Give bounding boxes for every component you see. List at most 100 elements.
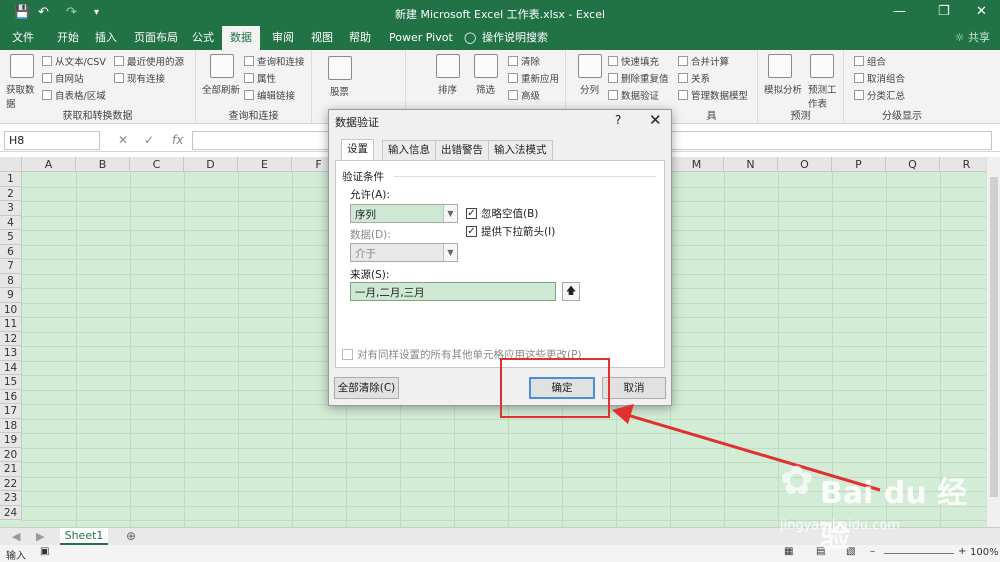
name-box[interactable]: H8	[4, 131, 100, 150]
dropdown-checkbox[interactable]: ✓	[466, 226, 477, 237]
stocks-button[interactable]: 股票	[330, 84, 349, 98]
refresh-all-button[interactable]: 全部刷新	[202, 82, 240, 96]
tab-view[interactable]: 视图	[305, 26, 339, 50]
row-header[interactable]: 21	[0, 462, 22, 477]
row-header[interactable]: 11	[0, 317, 22, 332]
ignore-blank-checkbox[interactable]: ✓	[466, 208, 477, 219]
column-header[interactable]: N	[724, 157, 778, 172]
column-header[interactable]: B	[76, 157, 130, 172]
from-table-button[interactable]: 自表格/区域	[42, 88, 106, 102]
tab-ime-mode[interactable]: 输入法模式	[488, 140, 553, 160]
clear-all-button[interactable]: 全部清除(C)	[334, 377, 399, 399]
tab-input-message[interactable]: 输入信息	[382, 140, 436, 160]
ungroup-button[interactable]: 取消组合	[854, 71, 905, 85]
edit-links-button[interactable]: 编辑链接	[244, 88, 295, 102]
tab-formulas[interactable]: 公式	[186, 26, 220, 50]
column-header[interactable]: C	[130, 157, 184, 172]
row-header[interactable]: 14	[0, 360, 22, 375]
share-button[interactable]: ☼ 共享	[955, 26, 990, 50]
row-header[interactable]: 16	[0, 389, 22, 404]
text-to-columns-button[interactable]: 分列	[580, 82, 599, 96]
row-header[interactable]: 12	[0, 331, 22, 346]
row-header[interactable]: 4	[0, 215, 22, 230]
column-header[interactable]: A	[22, 157, 76, 172]
row-header[interactable]: 7	[0, 259, 22, 274]
relationships-button[interactable]: 关系	[678, 71, 710, 85]
help-icon[interactable]: ?	[615, 113, 621, 127]
reapply-button[interactable]: 重新应用	[508, 71, 559, 85]
remove-duplicates-button[interactable]: 删除重复值	[608, 71, 669, 85]
row-header[interactable]: 10	[0, 302, 22, 317]
row-header[interactable]: 9	[0, 288, 22, 303]
apply-all-checkbox[interactable]	[342, 349, 353, 360]
row-header[interactable]: 1	[0, 172, 22, 187]
subtotal-button[interactable]: 分类汇总	[854, 88, 905, 102]
tab-settings[interactable]: 设置	[341, 139, 374, 161]
column-header[interactable]: O	[778, 157, 832, 172]
scroll-left-icon[interactable]: ◀	[12, 530, 20, 543]
tell-me-search[interactable]: 操作说明搜索	[476, 26, 554, 50]
recent-sources-button[interactable]: 最近使用的源	[114, 54, 184, 68]
column-header[interactable]: M	[670, 157, 724, 172]
row-header[interactable]: 5	[0, 230, 22, 245]
tab-insert[interactable]: 插入	[89, 26, 123, 50]
sort-button[interactable]: 排序	[438, 82, 457, 96]
manage-data-model-button[interactable]: 管理数据模型	[678, 88, 748, 102]
column-header[interactable]: D	[184, 157, 238, 172]
close-icon[interactable]: ✕	[649, 111, 662, 129]
add-sheet-icon[interactable]: ⊕	[126, 529, 136, 543]
existing-connections-button[interactable]: 现有连接	[114, 71, 165, 85]
queries-connections-button[interactable]: 查询和连接	[244, 54, 305, 68]
row-header[interactable]: 20	[0, 447, 22, 462]
tab-page-layout[interactable]: 页面布局	[128, 26, 184, 50]
what-if-button[interactable]: 模拟分析	[764, 82, 802, 96]
allow-select[interactable]: 序列 ▼	[350, 204, 458, 223]
row-header[interactable]: 15	[0, 375, 22, 390]
scroll-thumb[interactable]	[990, 177, 998, 497]
tab-data[interactable]: 数据	[222, 26, 260, 50]
from-web-button[interactable]: 自网站	[42, 71, 84, 85]
column-header[interactable]: R	[940, 157, 986, 172]
row-header[interactable]: 24	[0, 505, 22, 520]
clear-button[interactable]: 清除	[508, 54, 540, 68]
consolidate-button[interactable]: 合并计算	[678, 54, 729, 68]
select-all-corner[interactable]	[0, 157, 22, 172]
tab-home[interactable]: 开始	[51, 26, 85, 50]
tab-power-pivot[interactable]: Power Pivot	[383, 26, 459, 50]
enter-icon[interactable]: ✓	[144, 133, 154, 147]
cancel-button[interactable]: 取消	[602, 377, 666, 399]
minimize-icon[interactable]: —	[893, 4, 906, 19]
row-header[interactable]: 8	[0, 273, 22, 288]
column-header[interactable]: P	[832, 157, 886, 172]
row-header[interactable]: 2	[0, 186, 22, 201]
cancel-icon[interactable]: ✕	[118, 133, 128, 147]
row-header[interactable]: 3	[0, 201, 22, 216]
get-data-button[interactable]: 获取数据	[6, 82, 40, 110]
forecast-sheet-button[interactable]: 预测工作表	[808, 82, 840, 110]
source-input[interactable]: 一月,二月,三月	[350, 282, 556, 301]
insert-function-icon[interactable]: fx	[172, 133, 183, 147]
scroll-right-icon[interactable]: ▶	[36, 530, 44, 543]
data-select[interactable]: 介于 ▼	[350, 243, 458, 262]
column-header[interactable]: E	[238, 157, 292, 172]
row-header[interactable]: 23	[0, 491, 22, 506]
tab-help[interactable]: 帮助	[343, 26, 377, 50]
flash-fill-button[interactable]: 快速填充	[608, 54, 659, 68]
row-header[interactable]: 17	[0, 404, 22, 419]
collapse-dialog-icon[interactable]: 🡅	[562, 282, 580, 301]
restore-icon[interactable]: ❐	[938, 4, 950, 19]
close-icon[interactable]: ✕	[976, 4, 987, 19]
filter-button[interactable]: 筛选	[476, 82, 495, 96]
macro-record-icon[interactable]: ▣	[40, 546, 49, 557]
row-header[interactable]: 6	[0, 244, 22, 259]
properties-button[interactable]: 属性	[244, 71, 276, 85]
row-header[interactable]: 18	[0, 418, 22, 433]
from-text-csv-button[interactable]: 从文本/CSV	[42, 54, 106, 68]
column-header[interactable]: Q	[886, 157, 940, 172]
tab-file[interactable]: 文件	[6, 26, 40, 50]
tab-review[interactable]: 审阅	[266, 26, 300, 50]
tab-error-alert[interactable]: 出错警告	[435, 140, 489, 160]
group-button[interactable]: 组合	[854, 54, 886, 68]
row-header[interactable]: 19	[0, 433, 22, 448]
advanced-button[interactable]: 高级	[508, 88, 540, 102]
